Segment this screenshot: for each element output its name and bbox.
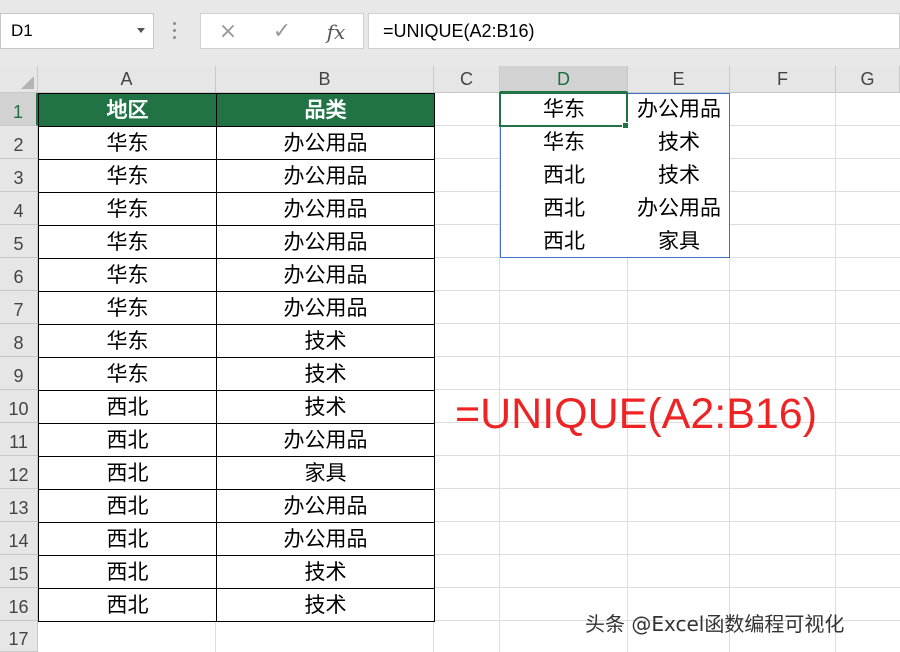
table-cell[interactable]: 华东 (38, 192, 217, 226)
row-header-13[interactable]: 13 (0, 489, 38, 522)
result-cell[interactable]: 西北 (500, 225, 628, 258)
formula-buttons: × ✓ fx (200, 13, 364, 49)
result-cell[interactable]: 办公用品 (628, 192, 730, 225)
row-header-17[interactable]: 17 (0, 621, 38, 652)
row-header-5[interactable]: 5 (0, 225, 38, 258)
table-cell[interactable]: 西北 (38, 555, 217, 589)
table-cell[interactable]: 办公用品 (216, 291, 435, 325)
row-header-1[interactable]: 1 (0, 93, 38, 126)
name-box-value: D1 (11, 21, 33, 40)
table-cell[interactable]: 办公用品 (216, 192, 435, 226)
table-cell[interactable]: 华东 (38, 291, 217, 325)
result-cell[interactable]: 办公用品 (628, 93, 730, 126)
fill-handle[interactable] (622, 122, 629, 129)
result-cell[interactable]: 华东 (500, 93, 628, 126)
table-header-cell[interactable]: 地区 (38, 93, 217, 127)
column-header-g[interactable]: G (836, 66, 900, 93)
row-header-4[interactable]: 4 (0, 192, 38, 225)
chevron-down-icon[interactable] (137, 28, 145, 33)
column-header-d[interactable]: D (500, 66, 628, 93)
table-cell[interactable]: 技术 (216, 555, 435, 589)
cancel-icon[interactable]: × (213, 18, 243, 46)
table-cell[interactable]: 办公用品 (216, 258, 435, 292)
row-header-10[interactable]: 10 (0, 390, 38, 423)
formula-annotation: =UNIQUE(A2:B16) (455, 390, 818, 438)
table-cell[interactable]: 家具 (216, 456, 435, 490)
table-cell[interactable]: 办公用品 (216, 423, 435, 457)
watermark: 头条 @Excel函数编程可视化 (585, 612, 845, 636)
result-cell[interactable]: 华东 (500, 126, 628, 159)
row-header-6[interactable]: 6 (0, 258, 38, 291)
row-header-14[interactable]: 14 (0, 522, 38, 555)
column-header-a[interactable]: A (38, 66, 216, 93)
column-header-f[interactable]: F (730, 66, 836, 93)
table-cell[interactable]: 办公用品 (216, 159, 435, 193)
table-header-cell[interactable]: 品类 (216, 93, 435, 127)
name-box[interactable]: D1 (0, 13, 154, 49)
result-cell[interactable]: 西北 (500, 159, 628, 192)
row-header-3[interactable]: 3 (0, 159, 38, 192)
result-cell[interactable]: 家具 (628, 225, 730, 258)
table-cell[interactable]: 华东 (38, 225, 217, 259)
table-cell[interactable]: 华东 (38, 324, 217, 358)
more-options-icon[interactable] (172, 22, 178, 42)
gridline (835, 93, 836, 652)
table-cell[interactable]: 技术 (216, 588, 435, 622)
select-all-button[interactable] (0, 66, 38, 93)
row-header-2[interactable]: 2 (0, 126, 38, 159)
table-cell[interactable]: 华东 (38, 357, 217, 391)
table-cell[interactable]: 华东 (38, 258, 217, 292)
row-header-15[interactable]: 15 (0, 555, 38, 588)
table-cell[interactable]: 西北 (38, 423, 217, 457)
result-cell[interactable]: 西北 (500, 192, 628, 225)
row-header-8[interactable]: 8 (0, 324, 38, 357)
table-cell[interactable]: 办公用品 (216, 126, 435, 160)
formula-bar: D1 × ✓ fx =UNIQUE(A2:B16) (0, 0, 900, 66)
column-header-c[interactable]: C (434, 66, 500, 93)
table-cell[interactable]: 西北 (38, 390, 217, 424)
result-cell[interactable]: 技术 (628, 126, 730, 159)
column-header-e[interactable]: E (628, 66, 730, 93)
table-cell[interactable]: 西北 (38, 588, 217, 622)
table-cell[interactable]: 技术 (216, 390, 435, 424)
table-cell[interactable]: 技术 (216, 324, 435, 358)
insert-function-icon[interactable]: fx (321, 18, 351, 46)
row-header-7[interactable]: 7 (0, 291, 38, 324)
formula-text: =UNIQUE(A2:B16) (383, 21, 535, 41)
table-cell[interactable]: 办公用品 (216, 489, 435, 523)
table-cell[interactable]: 西北 (38, 489, 217, 523)
table-cell[interactable]: 技术 (216, 357, 435, 391)
table-cell[interactable]: 办公用品 (216, 522, 435, 556)
table-cell[interactable]: 办公用品 (216, 225, 435, 259)
formula-input[interactable]: =UNIQUE(A2:B16) (368, 13, 900, 49)
result-cell[interactable]: 技术 (628, 159, 730, 192)
table-cell[interactable]: 华东 (38, 126, 217, 160)
row-header-9[interactable]: 9 (0, 357, 38, 390)
row-header-16[interactable]: 16 (0, 588, 38, 621)
table-cell[interactable]: 华东 (38, 159, 217, 193)
row-header-11[interactable]: 11 (0, 423, 38, 456)
enter-icon[interactable]: ✓ (267, 18, 297, 46)
row-header-12[interactable]: 12 (0, 456, 38, 489)
table-cell[interactable]: 西北 (38, 522, 217, 556)
table-cell[interactable]: 西北 (38, 456, 217, 490)
column-header-b[interactable]: B (216, 66, 434, 93)
